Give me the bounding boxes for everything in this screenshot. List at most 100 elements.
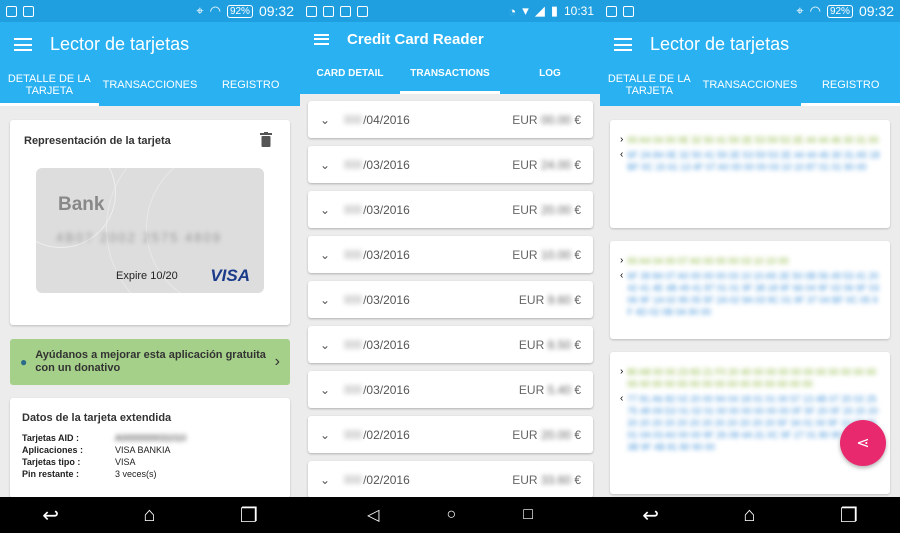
credit-card-image: Bank 4B07 2002 2575 4809 Expire 10/20 VI… <box>36 168 264 293</box>
clock: 09:32 <box>258 3 294 19</box>
tab-card-detail[interactable]: DETALLE DE LA TARJETA <box>0 67 99 106</box>
log-sent: 00 A4 04 00 0E 32 50 41 59 2E 53 59 53 2… <box>627 135 879 145</box>
transaction-row[interactable]: ⌄ /03/2016 EUR 10.00 € <box>308 236 593 273</box>
transaction-row[interactable]: ⌄ /02/2016 EUR 20.00 € <box>308 416 593 453</box>
log-received: 6F 39 84 07 A0 00 00 00 03 10 10 A5 2E 5… <box>627 271 880 317</box>
panel-heading: Representación de la tarjeta <box>24 135 171 147</box>
transaction-amount: EUR 8.50 € <box>518 337 581 352</box>
back-icon[interactable]: ◁ <box>367 505 379 525</box>
transaction-amount: EUR 00.00 € <box>512 112 581 127</box>
briefcase-icon <box>23 5 34 17</box>
share-fab-button[interactable]: ⋖ <box>840 420 886 466</box>
transaction-amount: EUR 20.00 € <box>512 202 581 217</box>
log-entry: › 00 A4 04 00 07 A0 00 00 00 03 10 10 00 … <box>610 241 890 339</box>
piggy-bank-icon: ● <box>20 355 28 369</box>
menu-icon[interactable] <box>314 33 329 45</box>
card-number: 4B07 2002 2575 4809 <box>56 230 222 245</box>
transaction-date: /02/2016 <box>344 428 512 442</box>
received-arrow-icon: ‹ <box>620 149 624 160</box>
app-toolbar: Lector de tarjetas <box>600 22 900 67</box>
received-arrow-icon: ‹ <box>620 270 624 281</box>
status-bar: ⌖ ◠ 92% 09:32 <box>600 0 900 22</box>
extended-data-panel: Datos de la tarjeta extendida Tarjetas A… <box>10 398 290 498</box>
alarm-icon: ◔ <box>508 3 517 19</box>
delete-icon[interactable] <box>260 132 272 147</box>
chevron-down-icon: ⌄ <box>320 292 331 307</box>
briefcase-icon <box>357 5 368 17</box>
android-nav-bar: ↩ ⌂ ❐ <box>0 497 300 533</box>
transaction-row[interactable]: ⌄ /02/2016 EUR 33.60 € <box>308 461 593 498</box>
transaction-amount: EUR 5.40 € <box>518 382 581 397</box>
received-arrow-icon: ‹ <box>620 393 624 404</box>
app-toolbar: Credit Card Reader <box>300 22 600 56</box>
app-toolbar: Lector de tarjetas <box>0 22 300 67</box>
wifi-icon: ◠ <box>209 3 221 18</box>
alert-icon <box>323 5 334 17</box>
donate-banner[interactable]: ● Ayúdanos a mejorar esta aplicación gra… <box>10 339 290 385</box>
chevron-down-icon: ⌄ <box>320 472 331 487</box>
screen-log: ⌖ ◠ 92% 09:32 Lector de tarjetas DETALLE… <box>600 0 900 533</box>
log-sent: 80 A8 00 00 23 83 21 F0 20 40 00 00 00 0… <box>627 367 877 389</box>
status-bar: ⌖ ◠ 92% 09:32 <box>0 0 300 22</box>
transaction-row[interactable]: ⌄ /04/2016 EUR 00.00 € <box>308 101 593 138</box>
android-nav-bar: ◁ ○ □ <box>300 497 600 533</box>
transaction-row[interactable]: ⌄ /03/2016 EUR 8.50 € <box>308 326 593 363</box>
back-icon[interactable]: ↩ <box>42 503 59 528</box>
back-icon[interactable]: ↩ <box>642 503 659 528</box>
card-representation-panel: Representación de la tarjeta Bank 4B07 2… <box>10 120 290 325</box>
log-sent: 00 A4 04 00 07 A0 00 00 00 03 10 10 00 <box>627 256 789 266</box>
screen-card-detail: ⌖ ◠ 92% 09:32 Lector de tarjetas DETALLE… <box>0 0 300 533</box>
transaction-row[interactable]: ⌄ /03/2016 EUR 5.40 € <box>308 371 593 408</box>
clock: 09:32 <box>858 3 894 19</box>
chevron-down-icon: ⌄ <box>320 157 331 172</box>
sent-arrow-icon: › <box>620 255 624 266</box>
chevron-down-icon: ⌄ <box>320 382 331 397</box>
location-icon: ⌖ <box>196 3 204 18</box>
location-icon: ⌖ <box>796 3 804 18</box>
transaction-date: /03/2016 <box>344 203 512 217</box>
transaction-row[interactable]: ⌄ /03/2016 EUR 20.00 € <box>308 191 593 228</box>
transaction-row[interactable]: ⌄ /03/2016 EUR 24.00 € <box>308 146 593 183</box>
recents-icon[interactable]: ❐ <box>840 503 858 528</box>
transaction-date: /03/2016 <box>344 248 512 262</box>
tab-transactions[interactable]: TRANSACTIONS <box>400 56 500 94</box>
tab-bar: DETALLE DE LA TARJETA TRANSACCIONES REGI… <box>0 67 300 106</box>
transaction-amount: EUR 20.00 € <box>512 427 581 442</box>
menu-icon[interactable] <box>14 38 32 51</box>
android-nav-bar: ↩ ⌂ ❐ <box>600 497 900 533</box>
tab-log[interactable]: REGISTRO <box>201 67 300 106</box>
recents-icon[interactable]: □ <box>523 506 533 524</box>
status-bar: ◔ ▾ ◢ ▮ 10:31 <box>300 0 600 22</box>
sent-arrow-icon: › <box>620 134 624 145</box>
tab-log[interactable]: LOG <box>500 56 600 94</box>
tab-transactions[interactable]: TRANSACCIONES <box>699 67 802 106</box>
transaction-amount: EUR 9.60 € <box>518 292 581 307</box>
transaction-date: /03/2016 <box>344 158 512 172</box>
transaction-date: /04/2016 <box>344 113 512 127</box>
app-title: Lector de tarjetas <box>50 34 190 54</box>
transaction-row[interactable]: ⌄ /03/2016 EUR 9.60 € <box>308 281 593 318</box>
card-brand-logo: VISA <box>210 266 250 285</box>
tab-card-detail[interactable]: CARD DETAIL <box>300 56 400 94</box>
signal-icon: ◢ <box>534 3 545 18</box>
home-icon[interactable]: ○ <box>446 506 456 524</box>
image-icon <box>6 5 17 17</box>
recents-icon[interactable]: ❐ <box>240 503 258 528</box>
tab-transactions[interactable]: TRANSACCIONES <box>99 67 202 106</box>
tab-log[interactable]: REGISTRO <box>801 67 900 106</box>
tab-card-detail[interactable]: DETALLE DE LA TARJETA <box>600 67 699 106</box>
menu-icon[interactable] <box>614 38 632 51</box>
home-icon[interactable]: ⌂ <box>143 504 155 527</box>
sent-arrow-icon: › <box>620 366 624 377</box>
image-icon <box>606 5 617 17</box>
app-title: Lector de tarjetas <box>650 34 790 54</box>
transaction-date: /03/2016 <box>344 338 519 352</box>
extended-row: Aplicaciones : VISA BANKIA <box>22 445 171 455</box>
transaction-amount: EUR 33.60 € <box>512 472 581 487</box>
share-icon: ⋖ <box>856 435 870 452</box>
tab-bar: CARD DETAIL TRANSACTIONS LOG <box>300 56 600 94</box>
transaction-date: /03/2016 <box>344 383 519 397</box>
wifi-icon: ◠ <box>809 3 821 18</box>
home-icon[interactable]: ⌂ <box>743 504 755 527</box>
log-entry: › 00 A4 04 00 0E 32 50 41 59 2E 53 59 53 … <box>610 120 890 228</box>
